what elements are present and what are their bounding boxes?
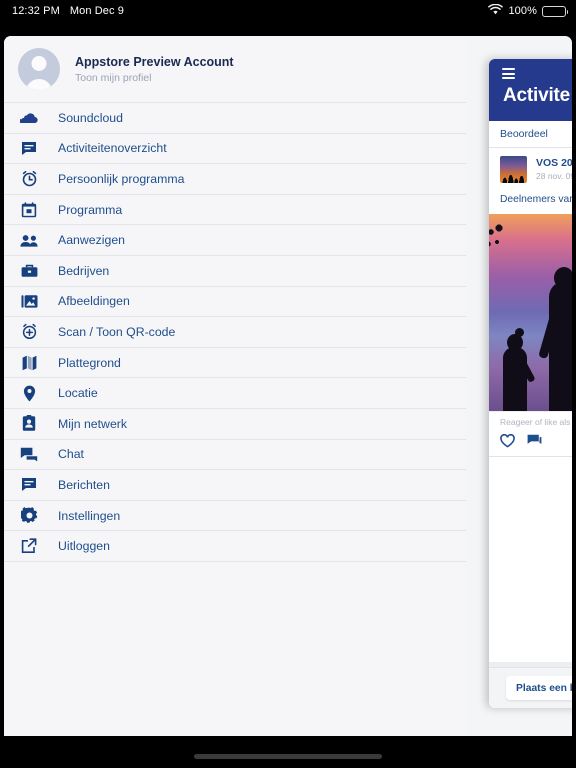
sunset-family-silhouette-photo[interactable]	[489, 213, 572, 411]
sidebar-item-label: Aanwezigen	[58, 233, 125, 248]
comment-icon[interactable]	[527, 434, 542, 448]
briefcase-icon	[18, 262, 40, 280]
feed-body: VOS 202 28 nov. 09 Deelnemers van en loc…	[489, 148, 572, 708]
sidebar-item-label: Persoonlijk programma	[58, 171, 185, 186]
sidebar-item-plattegrond[interactable]: Plattegrond	[4, 348, 466, 379]
gear-icon	[18, 507, 40, 525]
sidebar-item-mijn-netwerk[interactable]: Mijn netwerk	[4, 409, 466, 440]
sidebar-item-label: Bedrijven	[58, 263, 110, 278]
sidebar-item-label: Uitloggen	[58, 539, 110, 554]
status-bar: 12:32 PM Mon Dec 9 100%	[0, 0, 576, 22]
panel-footer: Plaats een beri	[489, 667, 572, 708]
activity-feed-panel[interactable]: Activite Beoordeel VOS 202 28 nov. 09	[489, 59, 572, 708]
engagement-prompt: Reageer of like als eers	[489, 410, 572, 431]
post-actions	[489, 430, 572, 457]
sunset-silhouette-thumbnail	[500, 156, 527, 183]
feed-post[interactable]: VOS 202 28 nov. 09 Deelnemers van en loc…	[489, 148, 572, 662]
sidebar-item-aanwezigen[interactable]: Aanwezigen	[4, 225, 466, 256]
compose-message-button[interactable]: Plaats een beri	[506, 676, 572, 700]
status-date: Mon Dec 9	[69, 5, 124, 17]
qr-scan-icon	[18, 323, 40, 341]
sidebar-item-soundcloud[interactable]: Soundcloud	[4, 103, 466, 134]
avatar-placeholder-icon[interactable]	[18, 48, 60, 90]
wifi-icon	[488, 3, 504, 18]
calendar-icon	[18, 201, 40, 219]
sidebar-item-activiteitenoverzicht[interactable]: Activiteitenoverzicht	[4, 134, 466, 165]
drawer-menu: Soundcloud Activiteitenoverzicht Persoon…	[4, 102, 466, 562]
message-icon	[18, 476, 40, 494]
sidebar-item-afbeeldingen[interactable]: Afbeeldingen	[4, 287, 466, 318]
sidebar-item-uitloggen[interactable]: Uitloggen	[4, 531, 466, 562]
tab-beoordeel[interactable]: Beoordeel	[500, 128, 548, 140]
panel-tabs: Beoordeel	[489, 121, 572, 148]
sidebar-item-label: Scan / Toon QR-code	[58, 324, 176, 339]
sidebar-item-label: Plattegrond	[58, 355, 121, 370]
chat-icon	[18, 445, 40, 463]
home-indicator[interactable]	[194, 754, 382, 759]
heart-icon[interactable]	[500, 433, 515, 448]
navigation-drawer: Appstore Preview Account Toon mijn profi…	[4, 36, 466, 736]
app-window: Appstore Preview Account Toon mijn profi…	[4, 36, 572, 736]
post-timestamp: 28 nov. 09	[536, 171, 572, 181]
sidebar-item-label: Chat	[58, 447, 84, 462]
people-icon	[18, 231, 40, 249]
sidebar-item-label: Mijn netwerk	[58, 416, 128, 431]
location-pin-icon	[18, 384, 40, 402]
hamburger-menu-icon[interactable]	[502, 68, 515, 79]
sidebar-item-chat[interactable]: Chat	[4, 440, 466, 471]
sidebar-item-label: Afbeeldingen	[58, 294, 130, 309]
sidebar-item-label: Soundcloud	[58, 110, 123, 125]
alarm-clock-icon	[18, 170, 40, 188]
battery-percent: 100%	[508, 5, 537, 17]
sidebar-item-locatie[interactable]: Locatie	[4, 378, 466, 409]
external-link-icon	[18, 537, 40, 555]
cloud-icon	[18, 109, 40, 127]
sidebar-item-label: Instellingen	[58, 508, 121, 523]
profile-header[interactable]: Appstore Preview Account Toon mijn profi…	[4, 36, 466, 102]
sidebar-item-programma[interactable]: Programma	[4, 195, 466, 226]
contact-card-icon	[18, 415, 40, 433]
profile-text: Appstore Preview Account Toon mijn profi…	[75, 55, 234, 84]
status-bar-right: 100%	[488, 3, 568, 18]
profile-subtitle: Toon mijn profiel	[75, 71, 152, 84]
sidebar-item-scan-qr-code[interactable]: Scan / Toon QR-code	[4, 317, 466, 348]
post-header: VOS 202 28 nov. 09	[489, 148, 572, 187]
chat-bubble-icon	[18, 139, 40, 157]
sidebar-item-label: Berichten	[58, 477, 110, 492]
feed-empty-space	[489, 456, 572, 662]
post-meta: VOS 202 28 nov. 09	[536, 156, 572, 181]
sidebar-item-persoonlijk-programma[interactable]: Persoonlijk programma	[4, 164, 466, 195]
sidebar-item-label: Programma	[58, 202, 123, 217]
sidebar-item-berichten[interactable]: Berichten	[4, 470, 466, 501]
sidebar-item-label: Activiteitenoverzicht	[58, 141, 167, 156]
page-title: Activite	[503, 85, 571, 106]
status-bar-left: 12:32 PM Mon Dec 9	[12, 5, 124, 17]
panel-header: Activite	[489, 59, 572, 121]
sidebar-item-bedrijven[interactable]: Bedrijven	[4, 256, 466, 287]
map-icon	[18, 354, 40, 372]
sidebar-item-instellingen[interactable]: Instellingen	[4, 501, 466, 532]
battery-full-icon	[542, 5, 568, 17]
status-time: 12:32 PM	[12, 5, 60, 17]
post-title: VOS 202	[536, 157, 572, 169]
profile-name: Appstore Preview Account	[75, 54, 234, 69]
post-body-text: Deelnemers van en locaties. Ook	[500, 194, 572, 205]
image-icon	[18, 292, 40, 310]
sidebar-item-label: Locatie	[58, 386, 98, 401]
screen: 12:32 PM Mon Dec 9 100% Appstore Preview…	[0, 0, 576, 768]
